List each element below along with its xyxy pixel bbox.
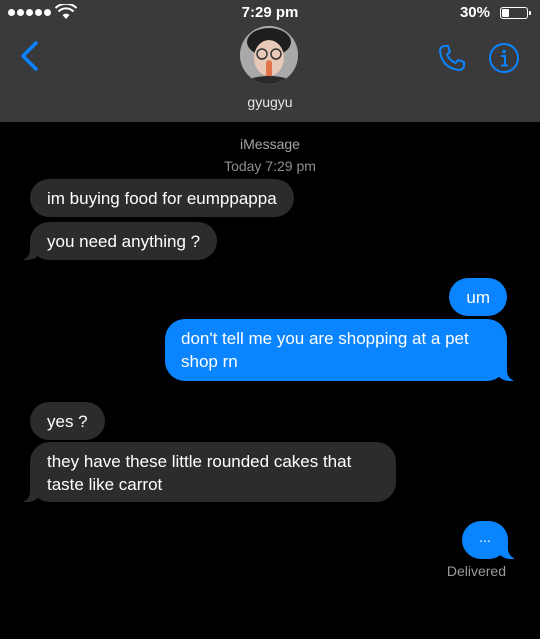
message-bubble-incoming[interactable]: they have these little rounded cakes tha… — [16, 442, 396, 502]
conversation-header: 7:29 pm 30% gyugyu — [0, 0, 540, 122]
message-bubble-incoming[interactable]: im buying food for eumppappa — [30, 179, 294, 217]
chevron-left-icon[interactable] — [16, 40, 44, 72]
message-bubble-incoming[interactable]: you need anything ? — [15, 222, 218, 260]
battery-icon — [500, 7, 531, 19]
message-bubble-outgoing[interactable]: don't tell me you are shopping at a pet … — [165, 319, 521, 381]
info-icon[interactable] — [488, 42, 520, 74]
contact-name[interactable]: gyugyu — [0, 94, 540, 110]
avatar-photo — [240, 26, 298, 84]
message-bubble-incoming[interactable]: yes ? — [30, 402, 105, 440]
phone-icon[interactable] — [436, 42, 468, 74]
contact-avatar[interactable] — [240, 26, 298, 84]
service-label: iMessage — [240, 136, 300, 152]
message-bubble-outgoing[interactable]: um — [449, 278, 507, 316]
thread-timestamp: Today 7:29 pm — [224, 158, 316, 174]
status-bar: 7:29 pm 30% — [0, 0, 540, 28]
message-bubble-outgoing[interactable]: ... — [462, 521, 522, 559]
delivery-status: Delivered — [446, 563, 506, 579]
battery-percentage: 30% — [459, 4, 490, 21]
